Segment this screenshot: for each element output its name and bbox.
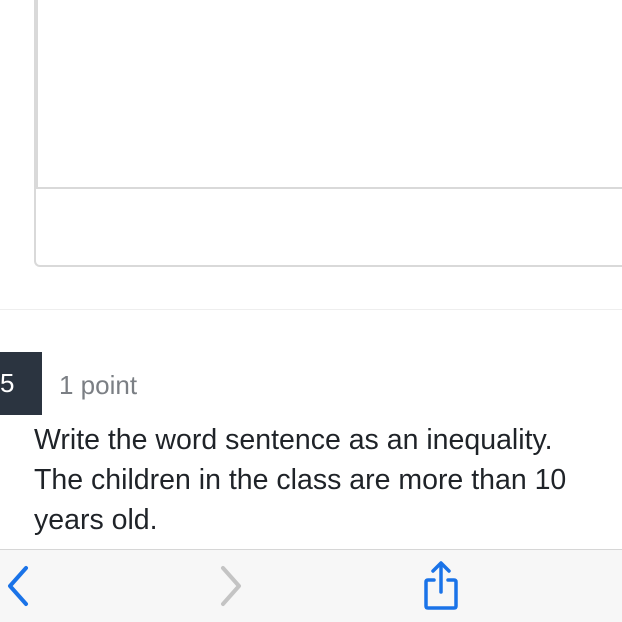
chevron-right-icon <box>221 566 241 606</box>
section-divider <box>0 309 622 310</box>
question-text: Write the word sentence as an inequality… <box>34 420 620 540</box>
back-button[interactable] <box>0 550 48 622</box>
question-text-line: Write the word sentence as an inequality… <box>34 424 553 456</box>
previous-answer-text-area[interactable] <box>36 0 622 189</box>
chevron-left-icon <box>8 566 28 606</box>
question-number-tab: 5 <box>0 352 42 415</box>
share-button[interactable] <box>411 550 471 622</box>
question-text-line: years old. <box>34 504 158 536</box>
forward-button[interactable] <box>201 550 261 622</box>
question-text-line: The children in the class are more than … <box>34 464 567 496</box>
share-icon <box>424 561 458 610</box>
page: 5 1 point Write the word sentence as an … <box>0 0 622 622</box>
browser-toolbar <box>0 549 622 622</box>
points-label: 1 point <box>59 370 138 400</box>
